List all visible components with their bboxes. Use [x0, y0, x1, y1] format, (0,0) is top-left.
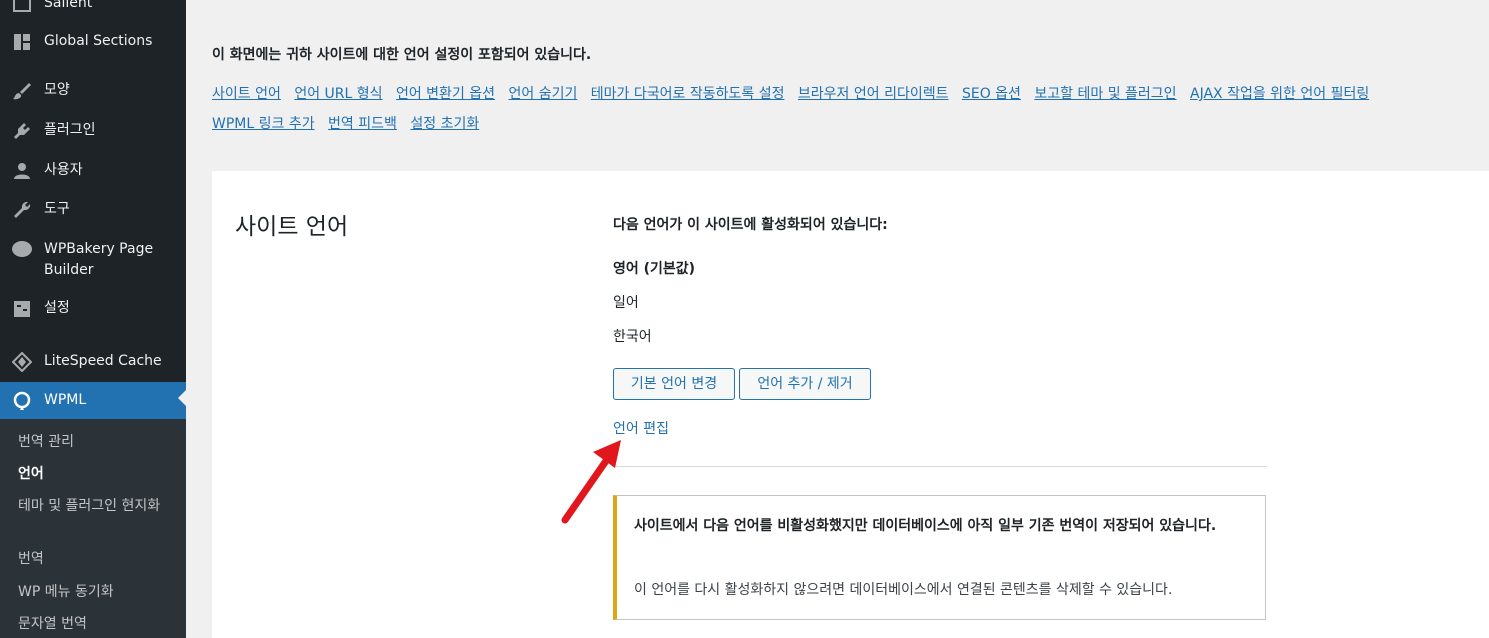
- submenu-translations[interactable]: 번역: [18, 549, 176, 570]
- menu-item-label: 모양: [44, 82, 70, 98]
- menu-item-appearance[interactable]: 모양: [0, 79, 186, 103]
- menu-item-litespeed[interactable]: LiteSpeed Cache: [0, 350, 186, 374]
- warning-notice: 사이트에서 다음 언어를 비활성화했지만 데이터베이스에 아직 일부 기존 번역…: [613, 495, 1266, 620]
- nav-link-switcher-options[interactable]: 언어 변환기 옵션: [396, 86, 495, 102]
- divider: [613, 466, 1267, 467]
- menu-item-label: WPBakery Page Builder: [44, 241, 154, 278]
- user-icon: [10, 159, 34, 183]
- submenu-translation-management[interactable]: 번역 관리: [18, 432, 176, 453]
- menu-item-label: Global Sections: [44, 33, 153, 49]
- nav-link-site-languages[interactable]: 사이트 언어: [212, 86, 281, 102]
- grid-icon: [10, 30, 34, 54]
- nav-link-reset-settings[interactable]: 설정 초기화: [410, 116, 479, 132]
- change-default-language-button[interactable]: 기본 언어 변경: [613, 368, 735, 400]
- plugin-icon: [10, 119, 34, 143]
- menu-item-label: 플러그인: [44, 122, 96, 138]
- menu-item-label: Salient: [44, 0, 93, 11]
- wpml-icon: [10, 389, 34, 413]
- settings-icon: [10, 297, 34, 321]
- nav-link-translation-feedback[interactable]: 번역 피드백: [328, 116, 397, 132]
- nav-link-browser-redirect[interactable]: 브라우저 언어 리다이렉트: [798, 86, 949, 102]
- menu-item-wpml[interactable]: WPML: [0, 382, 186, 419]
- nav-link-report-themes-plugins[interactable]: 보고할 테마 및 플러그인: [1034, 86, 1176, 102]
- menu-item-wpbakery[interactable]: WPBakery Page Builder: [0, 238, 186, 281]
- salient-icon: [10, 0, 34, 16]
- intro-text: 이 화면에는 귀하 사이트에 대한 언어 설정이 포함되어 있습니다.: [212, 47, 592, 63]
- menu-item-users[interactable]: 사용자: [0, 159, 186, 183]
- submenu-languages[interactable]: 언어: [18, 464, 176, 485]
- section-title: 사이트 언어: [235, 214, 349, 240]
- submenu-theme-plugin-localization[interactable]: 테마 및 플러그인 현지화: [18, 496, 176, 517]
- menu-item-label: WPML: [44, 392, 87, 408]
- language-default: 영어 (기본값): [613, 261, 696, 277]
- language-item: 한국어: [613, 329, 652, 345]
- submenu-wp-menu-sync[interactable]: WP 메뉴 동기화: [18, 582, 176, 603]
- menu-item-label: 사용자: [44, 162, 83, 178]
- menu-item-global-sections[interactable]: Global Sections: [0, 30, 186, 54]
- menu-item-label: 도구: [44, 201, 70, 217]
- nav-link-url-format[interactable]: 언어 URL 형식: [294, 86, 382, 102]
- brush-icon: [10, 79, 34, 103]
- site-languages-panel: 사이트 언어 다음 언어가 이 사이트에 활성화되어 있습니다: 영어 (기본값…: [212, 171, 1489, 638]
- nav-link-add-wpml-link[interactable]: WPML 링크 추가: [212, 116, 315, 132]
- nav-link-ajax-filtering[interactable]: AJAX 작업을 위한 언어 필터링: [1190, 86, 1369, 102]
- admin-sidebar: Salient Global Sections 모양 플러그인 사용자 도구 W…: [0, 0, 186, 638]
- menu-item-plugins[interactable]: 플러그인: [0, 119, 186, 143]
- menu-item-settings[interactable]: 설정: [0, 297, 186, 321]
- submenu-string-translation[interactable]: 문자열 번역: [18, 614, 176, 635]
- notice-body: 이 언어를 다시 활성화하지 않으려면 데이터베이스에서 연결된 콘텐츠를 삭제…: [634, 582, 1173, 598]
- annotation-arrow-icon: [561, 440, 621, 524]
- edit-languages-link[interactable]: 언어 편집: [613, 418, 669, 438]
- section-nav-links: 사이트 언어 언어 URL 형식 언어 변환기 옵션 언어 숨기기 테마가 다국…: [212, 79, 1489, 139]
- nav-link-theme-multilingual[interactable]: 테마가 다국어로 작동하도록 설정: [591, 86, 785, 102]
- menu-item-tools[interactable]: 도구: [0, 198, 186, 222]
- menu-item-label: 설정: [44, 300, 70, 316]
- litespeed-icon: [10, 350, 34, 374]
- menu-item-label: LiteSpeed Cache: [44, 353, 162, 369]
- wpml-submenu: 번역 관리 언어 테마 및 플러그인 현지화 번역 WP 메뉴 동기화 문자열 …: [0, 419, 186, 638]
- notice-title: 사이트에서 다음 언어를 비활성화했지만 데이터베이스에 아직 일부 기존 번역…: [634, 518, 1217, 534]
- nav-link-seo-options[interactable]: SEO 옵션: [962, 86, 1021, 102]
- wpbakery-icon: [10, 238, 34, 262]
- nav-link-hide-languages[interactable]: 언어 숨기기: [508, 86, 577, 102]
- active-languages-heading: 다음 언어가 이 사이트에 활성화되어 있습니다:: [613, 217, 888, 233]
- language-item: 일어: [613, 295, 639, 311]
- wrench-icon: [10, 198, 34, 222]
- menu-item-salient[interactable]: Salient: [0, 0, 186, 16]
- add-remove-languages-button[interactable]: 언어 추가 / 제거: [739, 368, 871, 400]
